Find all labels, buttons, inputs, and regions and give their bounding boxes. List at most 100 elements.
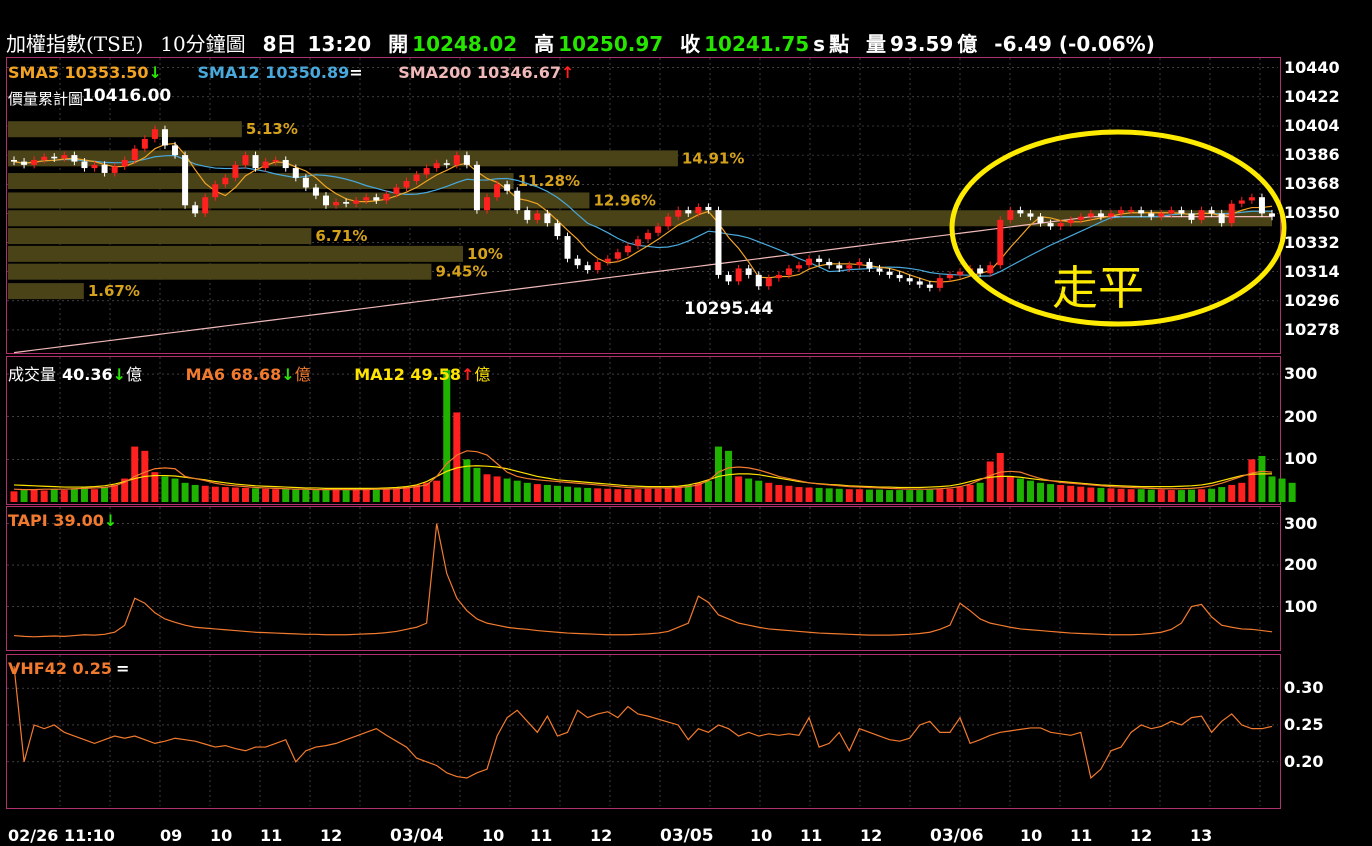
min-price-label: 10295.44 xyxy=(684,299,774,319)
volume-bar xyxy=(654,488,662,502)
candle-body xyxy=(453,155,460,165)
volume-profile-band xyxy=(8,121,242,138)
candle-body xyxy=(1178,210,1185,214)
candle-body xyxy=(1168,210,1175,214)
volume-bar xyxy=(946,488,954,502)
candle-body xyxy=(272,159,279,162)
candle-body xyxy=(1269,213,1275,217)
vhf-arrow: = xyxy=(116,659,130,678)
candle-body xyxy=(634,239,641,246)
volume-bar xyxy=(20,490,28,502)
candle-body xyxy=(31,159,38,165)
x-tick-label: 12 xyxy=(590,826,613,845)
candle-body xyxy=(333,202,340,206)
price-ytick: 10332 xyxy=(1284,232,1340,252)
volume-bar xyxy=(614,489,622,502)
candle-body xyxy=(111,166,118,173)
x-tick-label: 02/26 11:10 xyxy=(8,826,115,845)
candle-body xyxy=(816,258,823,262)
candle-body xyxy=(1027,213,1034,217)
candle-body xyxy=(896,274,903,279)
volume-bar xyxy=(564,486,572,502)
x-tick-label: 11 xyxy=(260,826,283,845)
sma5-arrow: ↓ xyxy=(148,63,162,82)
x-tick-label: 10 xyxy=(210,826,233,845)
volume-bar xyxy=(775,484,783,502)
volume-profile-band xyxy=(8,245,464,262)
volume-bar xyxy=(1157,489,1165,502)
candle-body xyxy=(534,213,541,220)
chart-canvas: 5.13% 14.91% 11.28% 12.96% 6.71% 10%9.45% 1.67… xyxy=(7,58,1296,806)
volume-bar xyxy=(211,486,219,502)
volume-bar xyxy=(80,487,88,502)
ma12-unit: 億 xyxy=(474,365,491,384)
volume-bar xyxy=(493,476,501,502)
volume-legend-value: 40.36 xyxy=(62,365,113,384)
candle-body xyxy=(1057,223,1064,227)
candle-body xyxy=(785,268,792,275)
x-tick-label: 12 xyxy=(320,826,343,845)
volume-bar xyxy=(1187,489,1195,502)
candle-body xyxy=(886,271,893,275)
ma6-unit: 億 xyxy=(294,365,311,384)
ma6-legend: MA6 68.68 xyxy=(185,365,282,384)
volume-bar xyxy=(262,488,270,502)
candle-body xyxy=(484,197,491,211)
candle-body xyxy=(846,265,853,269)
candle-body xyxy=(443,163,450,165)
x-tick-label: 11 xyxy=(1070,826,1093,845)
volume-bar xyxy=(735,476,743,502)
candle-body xyxy=(71,155,78,162)
candle-body xyxy=(182,155,189,206)
volume-bar xyxy=(483,474,491,502)
sma5-legend: SMA5 10353.50 xyxy=(8,63,149,82)
volume-bar xyxy=(1288,482,1296,502)
vhf-legend-label: VHF42 0.25 xyxy=(8,659,113,678)
volume-bar xyxy=(845,489,853,502)
volume-bar xyxy=(664,488,672,502)
volume-bar xyxy=(1117,488,1125,502)
volume-bar xyxy=(50,489,58,502)
price-ytick: 10314 xyxy=(1284,261,1340,281)
volume-bar xyxy=(1208,488,1216,502)
vhf-legend: VHF42 0.25 = xyxy=(8,659,129,678)
candle-body xyxy=(806,258,813,266)
volume-bar xyxy=(231,487,239,502)
volume-bar xyxy=(624,489,632,502)
x-tick-label: 10 xyxy=(482,826,505,845)
volume-bar xyxy=(584,487,592,502)
price-ytick: 10350 xyxy=(1284,203,1340,223)
volume-bar xyxy=(795,487,803,502)
volume-bar xyxy=(755,480,763,502)
volume-bar xyxy=(725,450,733,502)
volume-bar xyxy=(1067,485,1075,502)
volume-bar xyxy=(574,487,582,502)
candle-body xyxy=(665,216,672,227)
volume-bar xyxy=(684,484,692,502)
volume-bar xyxy=(362,489,370,502)
candle-body xyxy=(675,210,682,217)
price-ytick: 10386 xyxy=(1284,145,1340,165)
candle-body xyxy=(1047,223,1054,227)
volume-bar xyxy=(896,490,904,502)
volume-bar xyxy=(674,487,682,502)
candle-body xyxy=(312,187,319,196)
price-ytick: 10296 xyxy=(1284,290,1340,310)
volume-bar xyxy=(1037,482,1045,502)
candle-body xyxy=(655,226,662,233)
volume-profile-pct: 11.28% xyxy=(518,172,580,190)
candle-body xyxy=(433,163,440,169)
candle-body xyxy=(81,161,88,169)
volume-bar xyxy=(131,446,139,502)
candle-body xyxy=(584,265,591,271)
candle-body xyxy=(715,210,722,275)
candle-body xyxy=(685,210,692,214)
candle-body xyxy=(202,197,209,214)
cumulative-label: 價量累計圖 xyxy=(8,90,84,108)
volume-bar xyxy=(1097,487,1105,502)
candle-body xyxy=(463,155,470,165)
volume-ma12-line xyxy=(13,465,1272,489)
volume-bar xyxy=(302,489,310,502)
volume-bar xyxy=(402,487,410,502)
candle-body xyxy=(977,268,984,274)
